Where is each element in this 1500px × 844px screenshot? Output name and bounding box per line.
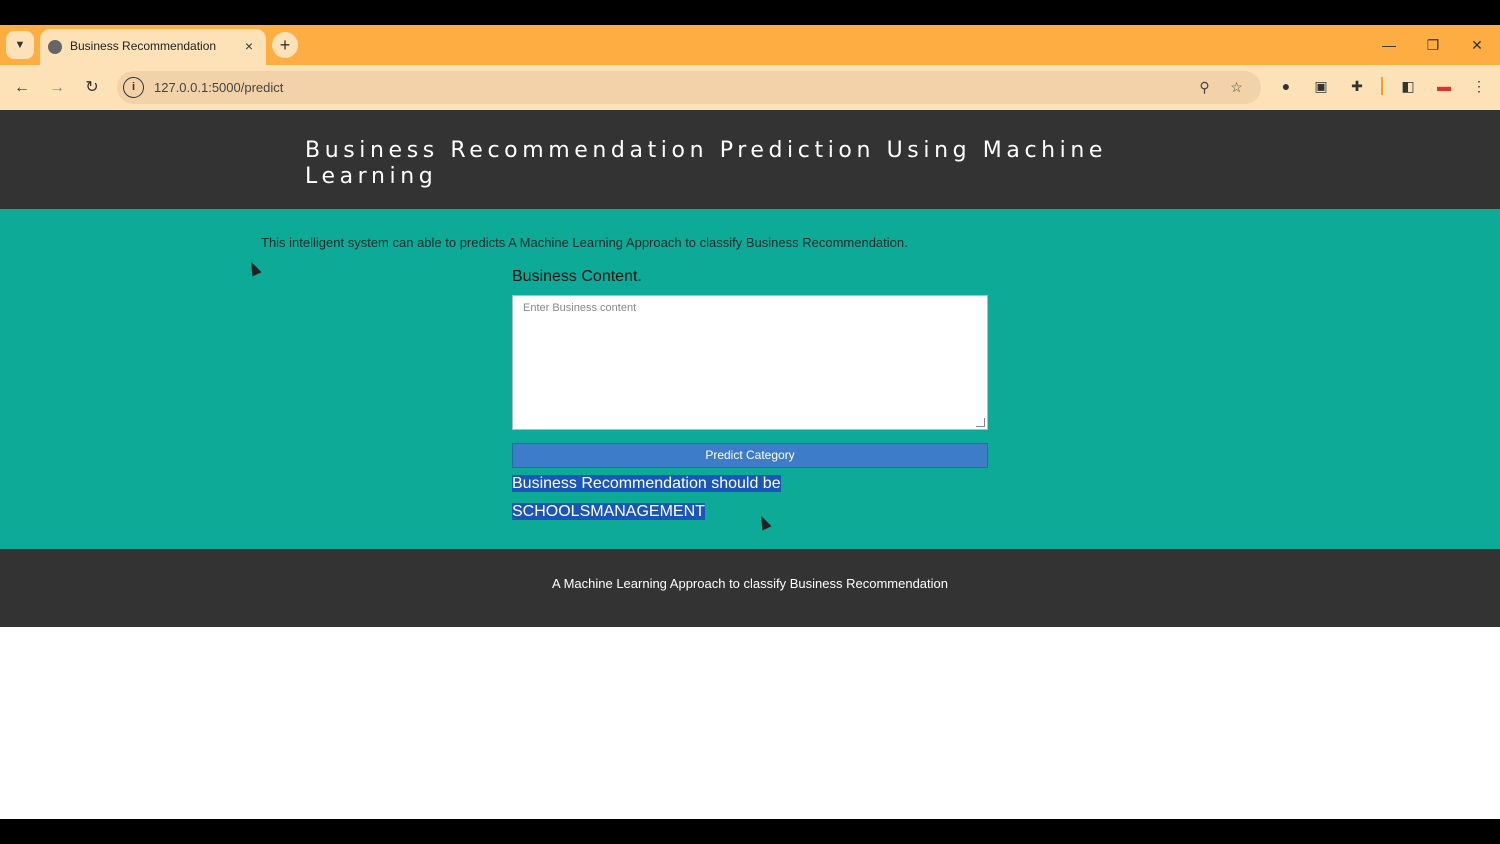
tab-search-button[interactable]: ▼: [6, 31, 34, 59]
result-line-1: Business Recommendation should be: [512, 475, 781, 492]
profile-icon[interactable]: ▬: [1433, 75, 1455, 97]
bookmark-star-icon[interactable]: ☆: [1226, 77, 1247, 98]
browser-tab[interactable]: Business Recommendation ×: [40, 29, 266, 65]
url-text[interactable]: 127.0.0.1:5000/predict: [154, 80, 283, 95]
main-section: This intelligent system can able to pred…: [0, 209, 1500, 549]
side-panel-icon[interactable]: ◧: [1397, 75, 1419, 97]
page-footer: A Machine Learning Approach to classify …: [0, 549, 1500, 627]
predict-category-button[interactable]: Predict Category: [512, 443, 988, 468]
puzzle-icon[interactable]: ✚: [1346, 75, 1368, 97]
page-title: Business Recommendation Prediction Using…: [305, 138, 1108, 189]
extension-icon[interactable]: ▣: [1310, 75, 1332, 97]
menu-icon[interactable]: ⋮: [1468, 75, 1490, 97]
textarea-placeholder: Enter Business content: [523, 302, 637, 314]
business-content-label: Business Content.: [512, 268, 642, 285]
result-line-2: SCHOOLSMANAGEMENT: [512, 503, 705, 520]
footer-text: A Machine Learning Approach to classify …: [552, 576, 948, 591]
tab-title: Business Recommendation: [70, 39, 217, 53]
resize-handle[interactable]: [976, 418, 985, 427]
back-icon[interactable]: ←: [10, 76, 34, 100]
site-info-icon[interactable]: i: [123, 77, 144, 98]
new-tab-button[interactable]: +: [272, 32, 298, 58]
zoom-icon[interactable]: ⚲: [1194, 77, 1215, 98]
globe-icon: [48, 40, 62, 54]
forward-icon[interactable]: →: [45, 76, 69, 100]
intro-text: This intelligent system can able to pred…: [261, 235, 908, 250]
address-bar[interactable]: i 127.0.0.1:5000/predict ⚲ ☆: [117, 71, 1261, 104]
restore-button[interactable]: ❐: [1418, 33, 1448, 57]
window-close-button[interactable]: ✕: [1462, 33, 1492, 57]
reload-icon[interactable]: ↻: [80, 76, 104, 100]
screen: ▼ Business Recommendation × + — ❐ ✕ ← → …: [0, 25, 1500, 819]
prediction-result: Business Recommendation should be SCHOOL…: [512, 470, 832, 526]
minimize-button[interactable]: —: [1374, 33, 1404, 57]
toolbar-divider: [1381, 77, 1383, 95]
page-header: Business Recommendation Prediction Using…: [0, 110, 1500, 209]
panda-extension-icon[interactable]: ●: [1275, 75, 1297, 97]
web-page: Business Recommendation Prediction Using…: [0, 110, 1500, 819]
business-content-textarea[interactable]: Enter Business content: [512, 295, 988, 430]
chevron-down-icon: ▼: [14, 39, 26, 51]
tab-strip: ▼ Business Recommendation × + — ❐ ✕: [0, 25, 1500, 65]
close-icon[interactable]: ×: [240, 37, 258, 55]
